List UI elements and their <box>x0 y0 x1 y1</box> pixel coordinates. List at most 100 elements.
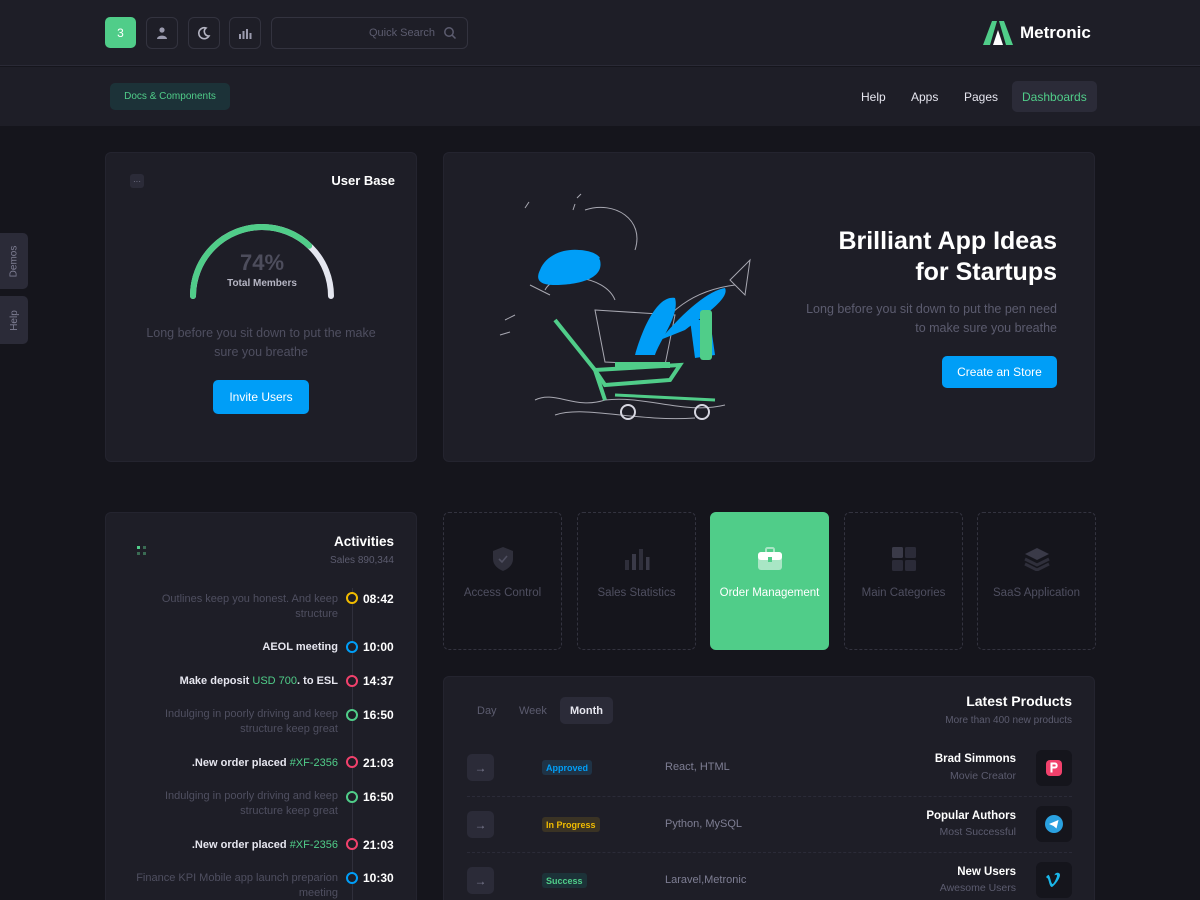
timeline-text-highlight[interactable]: USD 700 <box>252 675 297 687</box>
user-base-title: User Base <box>331 173 395 188</box>
product-tech: React, HTML <box>665 761 730 773</box>
tab-month[interactable]: Month <box>560 697 613 724</box>
latest-products-subtitle: More than 400 new products <box>945 715 1072 726</box>
timeline-text: Indulging in poorly driving and keep str… <box>164 708 338 735</box>
p-logo-icon <box>1036 750 1072 786</box>
promo-title: Brilliant App Ideas for Startups <box>790 226 1057 288</box>
tile-label: Sales Statistics <box>597 587 676 599</box>
promo-title-line2: for Startups <box>915 258 1057 286</box>
promo-title-line1: Brilliant App Ideas <box>838 227 1057 255</box>
chart-icon[interactable] <box>229 17 261 49</box>
nav-help[interactable]: Help <box>851 81 896 112</box>
tab-week[interactable]: Week <box>509 697 557 724</box>
timeline-dot <box>346 709 358 721</box>
notification-count-badge[interactable]: 3 <box>105 17 136 48</box>
timeline-time: 21:03 <box>363 838 394 852</box>
promo-description: Long before you sit down to put the pen … <box>806 302 1057 335</box>
user-base-description: Long before you sit down to put the make… <box>146 326 376 359</box>
timeline-text-pre: .New order placed <box>191 839 290 851</box>
dots-grid-icon[interactable] <box>136 545 148 557</box>
briefcase-icon <box>757 545 783 573</box>
timeline-text: Indulging in poorly driving and keep str… <box>164 790 338 817</box>
grid-icon <box>891 545 917 573</box>
create-store-button[interactable]: Create an Store <box>942 356 1057 388</box>
timeline-dot <box>346 838 358 850</box>
metronic-logo-icon <box>983 21 1013 45</box>
nav-pages[interactable]: Pages <box>954 81 1008 112</box>
timeline-text: .New order placed #XF-2356 <box>128 838 338 853</box>
timeline-text-highlight[interactable]: #XF-2356 <box>290 839 338 851</box>
latest-products-title: Latest Products <box>966 693 1072 709</box>
members-label: Total Members <box>227 278 297 289</box>
tile-label: Order Management <box>719 587 820 599</box>
tile-main-categories[interactable]: Main Categories <box>844 512 963 650</box>
timeline-text: Make deposit USD 700. to ESL <box>128 674 338 689</box>
tab-day[interactable]: Day <box>467 697 507 724</box>
shield-icon <box>491 545 515 573</box>
timeline-dot <box>346 756 358 768</box>
nav-apps[interactable]: Apps <box>901 81 948 112</box>
timeline-text-post: . to ESL <box>297 675 338 687</box>
tile-sales-statistics[interactable]: Sales Statistics <box>577 512 696 650</box>
timeline-text-pre: Make deposit <box>179 675 253 687</box>
activities-subtitle: Sales 890,344 <box>330 555 394 566</box>
timeline-text: Finance KPI Mobile app launch preparion … <box>136 872 338 899</box>
timeline-dot <box>346 592 358 604</box>
timeline-text: Outlines keep you honest. And keep struc… <box>161 593 338 620</box>
more-options-icon[interactable]: ··· <box>130 174 144 188</box>
side-tab-demos[interactable]: Demos <box>0 233 28 289</box>
status-badge: Approved <box>542 760 593 775</box>
product-role: Movie Creator <box>950 770 1016 782</box>
timeline-dot <box>346 791 358 803</box>
moon-icon[interactable] <box>188 17 220 49</box>
timeline-line <box>352 588 353 900</box>
arrow-right-icon[interactable]: → <box>467 754 494 781</box>
tile-label: Access Control <box>463 587 542 599</box>
user-icon[interactable] <box>146 17 178 49</box>
layers-icon <box>1023 545 1050 573</box>
search-input[interactable]: Quick Search <box>271 17 468 49</box>
side-tab-demos-label: Demos <box>8 245 20 277</box>
product-role: Most Successful <box>939 826 1016 838</box>
bar-chart-icon <box>624 545 650 573</box>
timeline-time: 14:37 <box>363 674 394 688</box>
search-placeholder: Quick Search <box>368 27 435 39</box>
product-role: Awesome Users <box>939 882 1016 894</box>
invite-users-button[interactable]: Invite Users <box>213 380 309 414</box>
brand-logo[interactable]: Metronic <box>982 20 1091 46</box>
tile-access-control[interactable]: Access Control <box>443 512 562 650</box>
timeline-time: 21:03 <box>363 756 394 770</box>
timeline-dot <box>346 872 358 884</box>
product-name[interactable]: New Users <box>870 866 1016 878</box>
arrow-right-icon[interactable]: → <box>467 867 494 894</box>
product-name[interactable]: Brad Simmons <box>870 753 1016 765</box>
product-name[interactable]: Popular Authors <box>870 810 1016 822</box>
timeline-dot <box>346 675 358 687</box>
docs-components-button[interactable]: Docs & Components <box>110 83 230 110</box>
timeline-time: 16:50 <box>363 790 394 804</box>
brand-name: Metronic <box>1020 23 1091 42</box>
timeline-text-pre: .New order placed <box>191 757 290 769</box>
status-badge: In Progress <box>542 817 600 832</box>
status-badge: Success <box>542 873 587 888</box>
search-icon <box>444 27 457 40</box>
tile-label: SaaS Application <box>993 587 1080 599</box>
arrow-right-icon[interactable]: → <box>467 811 494 838</box>
side-tab-help-label: Help <box>8 309 20 331</box>
tile-saas-application[interactable]: SaaS Application <box>977 512 1096 650</box>
side-tab-help[interactable]: Help <box>0 296 28 344</box>
row-separator <box>467 852 1072 853</box>
user-base-card <box>105 152 417 462</box>
timeline-dot <box>346 641 358 653</box>
timeline-text: AEOL meeting <box>262 641 338 653</box>
members-percent: 74% <box>239 250 285 275</box>
timeline-text: .New order placed #XF-2356 <box>128 756 338 771</box>
timeline-text-highlight[interactable]: #XF-2356 <box>290 757 338 769</box>
timeline-time: 10:00 <box>363 640 394 654</box>
row-separator <box>467 796 1072 797</box>
nav-dashboards[interactable]: Dashboards <box>1012 81 1097 112</box>
tile-order-management[interactable]: Order Management <box>710 512 829 650</box>
timeline-time: 08:42 <box>363 592 394 606</box>
product-tech: Laravel,Metronic <box>665 874 747 886</box>
telegram-icon <box>1036 806 1072 842</box>
